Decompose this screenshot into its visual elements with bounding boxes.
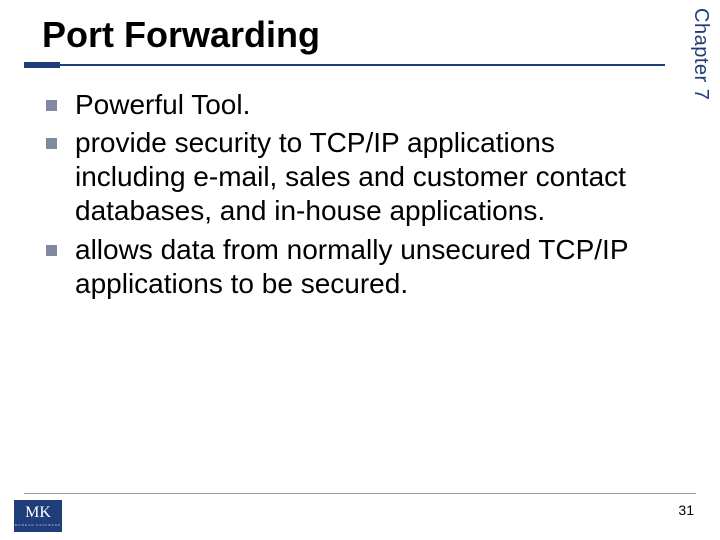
bullet-text: allows data from normally unsecured TCP/… [75,233,660,301]
bullet-icon [46,245,57,256]
bullet-text: provide security to TCP/IP applications … [75,126,660,228]
footer-divider [24,493,696,494]
bullet-icon [46,100,57,111]
publisher-logo: MK MORGAN KAUFMANN [14,500,62,532]
bullet-icon [46,138,57,149]
list-item: Powerful Tool. [46,88,660,122]
title-underline [24,62,665,68]
content-area: Powerful Tool. provide security to TCP/I… [46,88,660,305]
logo-subtext: MORGAN KAUFMANN [15,523,61,527]
title-block: Port Forwarding [24,14,665,68]
bullet-text: Powerful Tool. [75,88,250,122]
chapter-label: Chapter 7 [689,8,712,100]
slide: Chapter 7 Port Forwarding Powerful Tool.… [0,0,720,540]
list-item: allows data from normally unsecured TCP/… [46,233,660,301]
page-number: 31 [678,502,694,518]
logo-text: MK [25,505,51,521]
slide-title: Port Forwarding [24,14,665,62]
list-item: provide security to TCP/IP applications … [46,126,660,228]
